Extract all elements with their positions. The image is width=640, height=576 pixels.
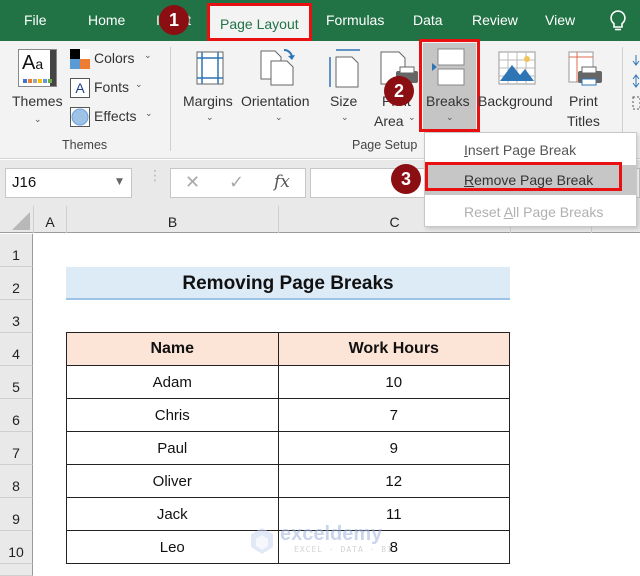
fonts-icon: A [70, 78, 90, 98]
cell-work-hours[interactable]: 7 [277, 398, 511, 432]
lightbulb-icon[interactable] [608, 9, 628, 37]
size-icon [328, 47, 362, 93]
tab-home[interactable]: Home [88, 0, 125, 41]
background-icon [498, 51, 536, 89]
cell-name[interactable]: Oliver [66, 464, 279, 498]
chevron-down-icon: ⌄ [144, 51, 152, 61]
cell-name[interactable]: Jack [66, 497, 279, 531]
print-titles-icon [568, 51, 604, 93]
chevron-down-icon: ⌄ [275, 113, 283, 123]
scale-to-fit-icons[interactable] [632, 53, 640, 113]
name-box[interactable]: J16 ▼ [5, 168, 132, 198]
print-titles-button[interactable]: Titles [567, 113, 600, 129]
menu-item-insert-page-break[interactable]: Insert Page Break [425, 135, 636, 165]
name-box-dropdown-icon[interactable]: ▼ [116, 177, 123, 187]
row-header[interactable]: 8 [0, 465, 33, 498]
row-header[interactable]: 1 [0, 234, 33, 267]
row-header[interactable]: 4 [0, 333, 33, 366]
row-header[interactable]: 5 [0, 366, 33, 399]
header-name[interactable]: Name [66, 332, 279, 366]
themes-button[interactable]: Themes [12, 93, 63, 109]
table-header-row: Name Work Hours [66, 332, 511, 366]
chevron-down-icon: ⌄ [408, 113, 416, 123]
cell-work-hours[interactable]: 12 [277, 464, 511, 498]
orientation-icon [260, 47, 298, 91]
formula-bar-grip-icon[interactable]: ⋮ [148, 169, 162, 183]
cell-name[interactable]: Adam [66, 365, 279, 399]
background-button[interactable]: Background [478, 93, 553, 109]
row-header[interactable] [0, 564, 33, 576]
tab-review[interactable]: Review [472, 0, 518, 41]
print-titles-label-1[interactable]: Print [569, 93, 598, 109]
highlight-box-breaks [419, 39, 480, 132]
colors-button[interactable]: Colors [94, 50, 134, 66]
group-label-page-setup: Page Setup [352, 138, 418, 152]
orientation-button[interactable]: Orientation [241, 93, 309, 109]
margins-icon [196, 51, 224, 89]
row-header[interactable]: 10 [0, 531, 33, 564]
cell-work-hours[interactable]: 9 [277, 431, 511, 465]
header-work-hours[interactable]: Work Hours [277, 332, 511, 366]
step-badge-2: 2 [384, 76, 414, 106]
column-header-a[interactable]: A [34, 206, 67, 233]
group-separator [170, 47, 171, 151]
chevron-down-icon: ⌄ [34, 115, 42, 125]
tab-file[interactable]: File [24, 0, 47, 41]
formula-buttons: ✕ ✓ fx [170, 168, 306, 198]
watermark-brand: exceldemy [280, 523, 383, 545]
menu-item-label: Reset All Page Breaks [464, 204, 604, 220]
select-all-button[interactable] [0, 206, 34, 233]
effects-icon [70, 107, 90, 127]
enter-icon[interactable]: ✓ [229, 172, 244, 193]
table-row: Paul 9 [66, 431, 511, 465]
chevron-down-icon: ⌄ [341, 113, 349, 123]
table-row: Adam 10 [66, 365, 511, 399]
colors-icon [70, 49, 90, 69]
menu-item-label: Insert Page Break [464, 142, 577, 158]
row-header[interactable]: 3 [0, 300, 33, 333]
menu-item-reset-all-page-breaks: Reset All Page Breaks [425, 197, 636, 227]
fonts-button[interactable]: Fonts [94, 79, 129, 95]
sheet-title[interactable]: Removing Page Breaks [66, 267, 510, 300]
cell-name[interactable]: Paul [66, 431, 279, 465]
name-box-value: J16 [12, 174, 37, 191]
chevron-down-icon: ⌄ [206, 113, 214, 123]
row-header[interactable]: 6 [0, 399, 33, 432]
group-label-themes: Themes [62, 138, 108, 152]
chevron-down-icon: ⌄ [135, 80, 143, 90]
effects-button[interactable]: Effects [94, 108, 137, 124]
exceldemy-logo-icon [251, 528, 273, 554]
insert-function-icon[interactable]: fx [274, 172, 290, 192]
size-button[interactable]: Size [330, 93, 357, 109]
table-row: Oliver 12 [66, 464, 511, 498]
column-header-b[interactable]: B [67, 206, 279, 233]
tab-view[interactable]: View [545, 0, 575, 41]
menu-bar: File Home Insert Page Layout Formulas Da… [0, 0, 640, 41]
cancel-icon[interactable]: ✕ [185, 172, 200, 193]
margins-button[interactable]: Margins [183, 93, 233, 109]
tab-formulas[interactable]: Formulas [326, 0, 384, 41]
tab-data[interactable]: Data [413, 0, 443, 41]
themes-icon[interactable]: Aa [18, 49, 57, 87]
cell-name[interactable]: Leo [66, 530, 279, 564]
row-header[interactable]: 9 [0, 498, 33, 531]
cell-name[interactable]: Chris [66, 398, 279, 432]
table-row: Chris 7 [66, 398, 511, 432]
chevron-down-icon: ⌄ [145, 109, 153, 119]
tab-page-layout[interactable]: Page Layout [207, 3, 312, 41]
print-area-button[interactable]: Area [374, 113, 404, 129]
step-badge-3: 3 [391, 164, 421, 194]
cell-work-hours[interactable]: 10 [277, 365, 511, 399]
highlight-box-remove-page-break [425, 162, 622, 191]
watermark-tagline: EXCEL · DATA · BI [294, 545, 393, 554]
row-header[interactable]: 7 [0, 432, 33, 465]
step-badge-1: 1 [159, 5, 189, 35]
row-header[interactable]: 2 [0, 267, 33, 300]
